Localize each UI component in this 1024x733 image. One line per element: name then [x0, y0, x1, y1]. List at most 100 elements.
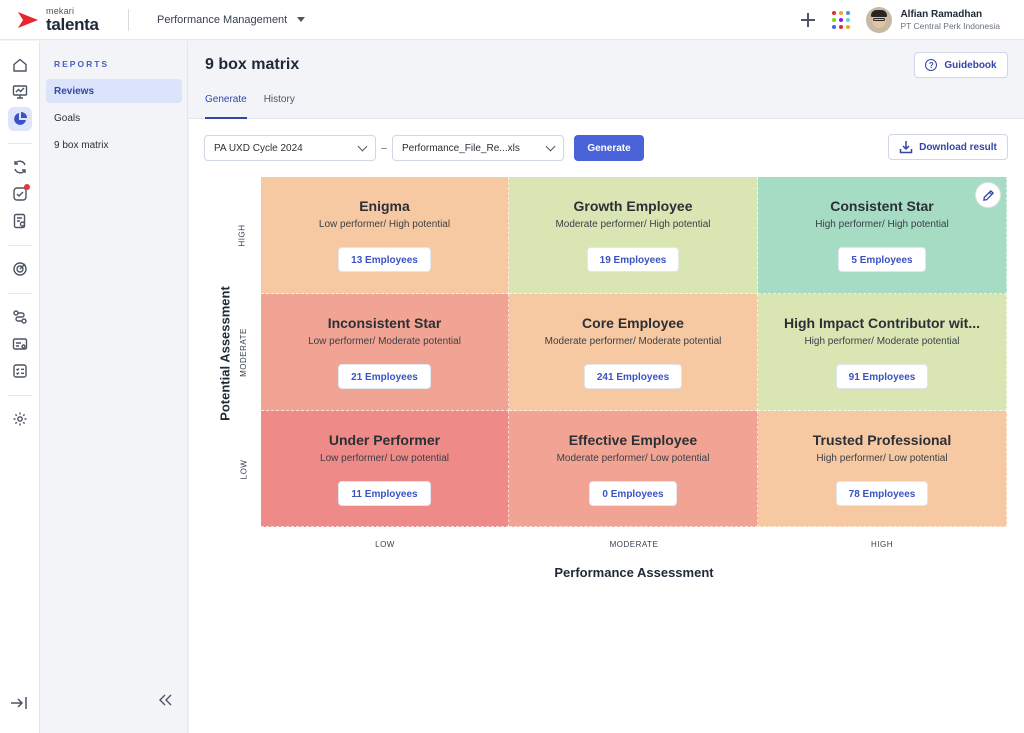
- employee-count-button[interactable]: 19 Employees: [586, 247, 680, 272]
- caret-down-icon: [297, 17, 306, 22]
- matrix-cell[interactable]: Core Employee Moderate performer/ Modera…: [509, 294, 758, 411]
- cell-subtitle: Low performer/ Moderate potential: [308, 336, 461, 347]
- cell-title: Effective Employee: [568, 432, 698, 448]
- chevron-down-icon: [357, 141, 368, 151]
- pie-chart-icon[interactable]: [8, 107, 32, 131]
- cell-subtitle: High performer/ High potential: [815, 219, 949, 230]
- matrix-cell[interactable]: Effective Employee Moderate performer/ L…: [509, 411, 758, 527]
- main-content: 9 box matrix ? Guidebook Generate Histor…: [189, 41, 1024, 733]
- cell-title: Enigma: [359, 198, 410, 214]
- matrix-cell[interactable]: Enigma Low performer/ High potential 13 …: [261, 177, 509, 294]
- cell-title: Consistent Star: [830, 198, 934, 214]
- plus-icon[interactable]: [800, 12, 816, 28]
- download-label: Download result: [919, 141, 997, 153]
- cell-subtitle: High performer/ Moderate potential: [804, 336, 960, 347]
- page-header: 9 box matrix ? Guidebook Generate Histor…: [189, 41, 1024, 119]
- cell-title: Growth Employee: [573, 198, 693, 214]
- employee-count-button[interactable]: 13 Employees: [338, 247, 431, 272]
- download-icon: [899, 141, 913, 154]
- guidebook-label: Guidebook: [944, 59, 997, 71]
- cycle-select[interactable]: PA UXD Cycle 2024: [204, 135, 376, 161]
- matrix-cell[interactable]: Consistent Star High performer/ High pot…: [758, 177, 1007, 294]
- x-tick-low: LOW: [375, 540, 395, 549]
- module-label: Performance Management: [157, 13, 288, 26]
- subnav-header: REPORTS: [54, 59, 110, 69]
- checklist-icon[interactable]: [8, 359, 32, 383]
- employee-count-button[interactable]: 241 Employees: [583, 364, 683, 389]
- rail-separator: [8, 395, 32, 396]
- y-tick-low: LOW: [239, 459, 249, 480]
- cell-subtitle: Moderate performer/ High potential: [555, 219, 711, 230]
- cell-title: High Impact Contributor wit...: [784, 315, 980, 331]
- cell-title: Inconsistent Star: [327, 315, 442, 331]
- module-selector[interactable]: Performance Management: [157, 13, 306, 26]
- notification-dot: [24, 184, 30, 190]
- id-card-icon[interactable]: [8, 332, 32, 356]
- matrix-cell[interactable]: High Impact Contributor wit... High perf…: [758, 294, 1007, 411]
- nine-box-matrix: Enigma Low performer/ High potential 13 …: [261, 177, 1007, 527]
- document-settings-icon[interactable]: [8, 209, 32, 233]
- y-tick-high: HIGH: [237, 224, 247, 247]
- employee-count-button[interactable]: 91 Employees: [835, 364, 929, 389]
- employee-count-button[interactable]: 11 Employees: [338, 481, 431, 506]
- icon-rail: [0, 41, 40, 733]
- apps-grid-icon[interactable]: [832, 11, 851, 29]
- rail-separator: [8, 293, 32, 294]
- employee-count-button[interactable]: 5 Employees: [838, 247, 926, 272]
- workflow-icon[interactable]: [8, 305, 32, 329]
- subnav-item-goals[interactable]: Goals: [46, 106, 182, 130]
- filter-row: PA UXD Cycle 2024 – Performance_File_Re.…: [204, 134, 644, 162]
- file-select-value: Performance_File_Re...xls: [402, 142, 520, 154]
- employee-count-button[interactable]: 0 Employees: [589, 481, 677, 506]
- x-tick-high: HIGH: [871, 540, 893, 549]
- user-name: Alfian Ramadhan: [900, 8, 983, 20]
- y-tick-moderate: MODERATE: [238, 328, 248, 377]
- brand-main: talenta: [46, 14, 99, 34]
- guidebook-button[interactable]: ? Guidebook: [914, 52, 1008, 78]
- subnav-item-9-box-matrix[interactable]: 9 box matrix: [46, 133, 182, 157]
- y-axis-label: Potential Assessment: [217, 286, 233, 421]
- employee-count-button[interactable]: 78 Employees: [835, 481, 929, 506]
- cell-subtitle: Moderate performer/ Low potential: [556, 453, 710, 464]
- chevron-down-icon: [545, 141, 556, 151]
- user-info[interactable]: Alfian Ramadhan PT Central Perk Indonesi…: [900, 9, 1000, 31]
- cell-title: Trusted Professional: [812, 432, 952, 448]
- expand-sidebar-icon[interactable]: [10, 696, 28, 715]
- topbar-divider: [128, 8, 129, 31]
- target-icon[interactable]: [8, 257, 32, 281]
- matrix-cell[interactable]: Growth Employee Moderate performer/ High…: [509, 177, 758, 294]
- tab-history[interactable]: History: [264, 93, 295, 119]
- pencil-edit-icon[interactable]: [976, 183, 1000, 207]
- subnav-item-reviews[interactable]: Reviews: [46, 79, 182, 103]
- cell-subtitle: Low performer/ Low potential: [320, 453, 449, 464]
- cell-subtitle: High performer/ Low potential: [816, 453, 948, 464]
- refresh-icon[interactable]: [8, 155, 32, 179]
- cell-subtitle: Low performer/ High potential: [318, 219, 451, 230]
- task-check-icon[interactable]: [8, 182, 32, 206]
- rail-separator: [8, 143, 32, 144]
- matrix-cell[interactable]: Inconsistent Star Low performer/ Moderat…: [261, 294, 509, 411]
- top-bar: mekari talenta Performance Management Al…: [0, 0, 1024, 40]
- tabs: Generate History: [205, 93, 312, 119]
- separator-dash: –: [381, 142, 387, 154]
- question-icon: ?: [925, 59, 938, 71]
- avatar[interactable]: [866, 7, 893, 33]
- file-select[interactable]: Performance_File_Re...xls: [392, 135, 564, 161]
- x-tick-moderate: MODERATE: [609, 540, 659, 549]
- monitor-chart-icon[interactable]: [8, 80, 32, 104]
- employee-count-button[interactable]: 21 Employees: [338, 364, 431, 389]
- matrix-cell[interactable]: Under Performer Low performer/ Low poten…: [261, 411, 509, 527]
- talenta-logo-icon: [18, 11, 38, 28]
- tab-generate[interactable]: Generate: [205, 93, 247, 119]
- home-icon[interactable]: [8, 53, 32, 77]
- user-org: PT Central Perk Indonesia: [900, 20, 1000, 31]
- talenta-logo[interactable]: mekari talenta: [16, 6, 128, 34]
- matrix-cell[interactable]: Trusted Professional High performer/ Low…: [758, 411, 1007, 527]
- generate-button[interactable]: Generate: [574, 135, 644, 161]
- cell-subtitle: Moderate performer/ Moderate potential: [544, 336, 722, 347]
- download-result-button[interactable]: Download result: [888, 134, 1008, 160]
- gear-icon[interactable]: [8, 407, 32, 431]
- cell-title: Core Employee: [582, 315, 684, 331]
- page-title: 9 box matrix: [205, 56, 300, 73]
- collapse-chevrons-icon[interactable]: [159, 693, 173, 711]
